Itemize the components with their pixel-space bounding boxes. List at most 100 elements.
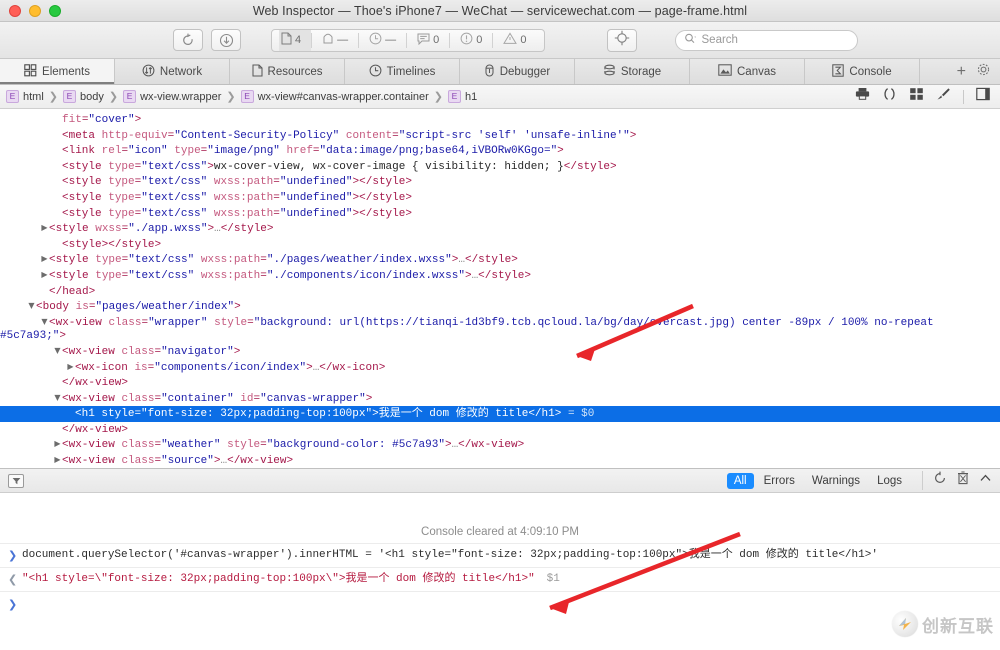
dom-node-row[interactable]: fit="cover">	[0, 112, 1000, 128]
tab-canvas[interactable]: Canvas	[690, 59, 805, 84]
dom-node-row[interactable]: ▶<wx-icon is="components/icon/index">…</…	[0, 360, 1000, 376]
filter-funnel-icon[interactable]	[8, 473, 24, 488]
disclosure-triangle-closed-icon[interactable]: ▶	[53, 437, 62, 451]
layout-grid-icon[interactable]	[909, 87, 924, 106]
dom-node-row[interactable]: </head>	[0, 284, 1000, 300]
search-input[interactable]: Search	[674, 29, 858, 51]
dom-node-row[interactable]: ▼<body is="pages/weather/index">	[0, 299, 1000, 315]
dom-token-val: "components/icon/index"	[154, 361, 307, 374]
resource-size[interactable]: —	[312, 30, 358, 51]
add-tab-button[interactable]: +	[957, 63, 966, 80]
dom-token-punc: </	[478, 269, 492, 282]
filter-errors[interactable]: Errors	[757, 473, 802, 489]
dom-node-row[interactable]: <meta http-equiv = "Content-Security-Polic…	[0, 128, 1000, 144]
console-warning-count[interactable]: 0	[493, 30, 536, 51]
breadcrumb-item-h1[interactable]: E h1	[448, 90, 477, 103]
disclosure-triangle-closed-icon[interactable]: ▶	[40, 268, 49, 282]
console-input-text: document.querySelector('#canvas-wrapper'…	[22, 549, 878, 561]
element-badge: E	[448, 90, 462, 103]
dom-node-row[interactable]: ▶<style wxss="./app.wxss">…</style>	[0, 221, 1000, 237]
dom-node-row[interactable]: <style></style>	[0, 237, 1000, 253]
dom-node-row[interactable]: ▶<wx-view class="source">…</wx-view>	[0, 453, 1000, 468]
resource-count-documents[interactable]: 4	[279, 29, 312, 51]
panel-toggle-icon[interactable]	[976, 87, 990, 106]
crosshair-inspect-icon	[614, 30, 630, 51]
element-badge: E	[240, 90, 254, 103]
dom-node-row-selected[interactable]: <h1 style="font-size: 32px;padding-top:1…	[0, 406, 1000, 422]
breadcrumb-item-canvas-wrapper[interactable]: E wx-view#canvas-wrapper.container	[240, 90, 429, 103]
dom-token-punc: </	[464, 254, 479, 267]
disclosure-triangle-closed-icon[interactable]: ▶	[66, 360, 75, 374]
disclosure-triangle-open-icon[interactable]: ▼	[27, 299, 36, 313]
resources-file-icon	[251, 63, 263, 80]
dom-node-row[interactable]: </wx-view>	[0, 422, 1000, 438]
dom-token-sp	[95, 130, 102, 142]
dom-node-row[interactable]: <style type="text/css" wxss:path="undefi…	[0, 174, 1000, 190]
dom-node-row[interactable]: </wx-view>	[0, 375, 1000, 391]
dom-token-punc: </	[220, 223, 234, 236]
disclosure-triangle-closed-icon[interactable]: ▶	[53, 453, 62, 467]
console-pane[interactable]: Console cleared at 4:09:10 PM ❯ document…	[0, 493, 1000, 645]
dom-tree[interactable]: fit="cover"> <meta http-equiv="Content-S…	[0, 112, 1000, 468]
dom-token-punc: >	[207, 160, 214, 173]
disclosure-triangle-closed-icon[interactable]: ▶	[40, 221, 49, 235]
breadcrumb-label: wx-view#canvas-wrapper.container	[257, 90, 429, 103]
tab-debugger[interactable]: Debugger	[460, 59, 575, 84]
refresh-circle-icon[interactable]	[933, 471, 947, 490]
reload-button[interactable]	[173, 29, 203, 51]
dom-token-attr: class	[121, 439, 155, 452]
tab-network[interactable]: Network	[115, 59, 230, 84]
dom-token-punc: <	[62, 455, 69, 468]
dom-token-punc: </	[458, 439, 472, 452]
dom-node-row[interactable]: <style type="text/css" wxss:path="undefi…	[0, 206, 1000, 222]
printer-icon[interactable]	[855, 87, 870, 106]
search-icon	[684, 33, 697, 47]
dom-node-row[interactable]: ▶<wx-view class="weather" style="backgro…	[0, 437, 1000, 453]
dom-node-row[interactable]: ▼<wx-view class="container" id="canvas-w…	[0, 391, 1000, 407]
console-prompt-row[interactable]: ❯	[0, 591, 1000, 618]
code-brackets-icon[interactable]	[882, 87, 897, 106]
disclosure-triangle-closed-icon[interactable]: ▶	[40, 252, 49, 266]
dom-node-row[interactable]: <style type="text/css">wx-cover-view, wx…	[0, 159, 1000, 175]
dom-tree-pane[interactable]: fit="cover"> <meta http-equiv="Content-S…	[0, 109, 1000, 468]
breadcrumb-item-body[interactable]: E body	[63, 90, 104, 103]
dom-node-row[interactable]: ▶<style type="text/css" wxss:path="./pag…	[0, 252, 1000, 268]
dom-node-row[interactable]: ▼<wx-view class="wrapper" style="backgro…	[0, 315, 1000, 344]
console-input-row[interactable]: ❯ document.querySelector('#canvas-wrappe…	[0, 543, 1000, 567]
paintbrush-icon[interactable]	[936, 87, 951, 106]
dom-node-row[interactable]: ▼<wx-view class="navigator">	[0, 344, 1000, 360]
tab-console[interactable]: Console	[805, 59, 920, 84]
tab-elements[interactable]: Elements	[0, 59, 115, 84]
resource-time[interactable]: —	[359, 30, 406, 51]
dom-token-punc: <	[62, 439, 69, 452]
error-circle-icon	[460, 32, 473, 48]
tab-timelines[interactable]: Timelines	[345, 59, 460, 84]
disclosure-triangle-open-icon[interactable]: ▼	[40, 315, 49, 329]
console-result-row[interactable]: ❮ "<h1 style=\"font-size: 32px;padding-t…	[0, 567, 1000, 591]
tab-storage[interactable]: Storage	[575, 59, 690, 84]
disclosure-triangle-open-icon[interactable]: ▼	[53, 344, 62, 358]
breadcrumb-label: h1	[465, 90, 478, 103]
console-filter-icons	[922, 471, 992, 490]
breadcrumb-item-wrapper[interactable]: E wx-view.wrapper	[123, 90, 221, 103]
dom-node-row[interactable]: ▶<style type="text/css" wxss:path="./com…	[0, 268, 1000, 284]
download-web-archive-button[interactable]	[211, 29, 241, 51]
chevron-up-icon[interactable]	[979, 472, 992, 490]
gear-icon[interactable]	[976, 62, 991, 82]
dom-token-val: "image/png"	[207, 145, 280, 158]
tab-resources[interactable]: Resources	[230, 59, 345, 84]
disclosure-triangle-open-icon[interactable]: ▼	[53, 391, 62, 405]
dom-token-val: "cover"	[88, 114, 135, 126]
dom-node-row[interactable]: <link rel="icon" type="image/png" href="…	[0, 143, 1000, 159]
filter-all[interactable]: All	[726, 472, 754, 489]
filter-logs[interactable]: Logs	[870, 473, 909, 489]
trash-icon[interactable]	[957, 471, 969, 490]
console-error-count[interactable]: 0	[450, 30, 492, 51]
dom-token-val: "undefined"	[279, 207, 353, 220]
dom-node-row[interactable]: <style type="text/css" wxss:path="undefi…	[0, 190, 1000, 206]
filter-warnings[interactable]: Warnings	[805, 473, 867, 489]
inspect-element-button[interactable]	[606, 28, 637, 52]
console-log-count[interactable]: 0	[407, 30, 449, 51]
breadcrumb-item-html[interactable]: E html	[6, 90, 44, 103]
